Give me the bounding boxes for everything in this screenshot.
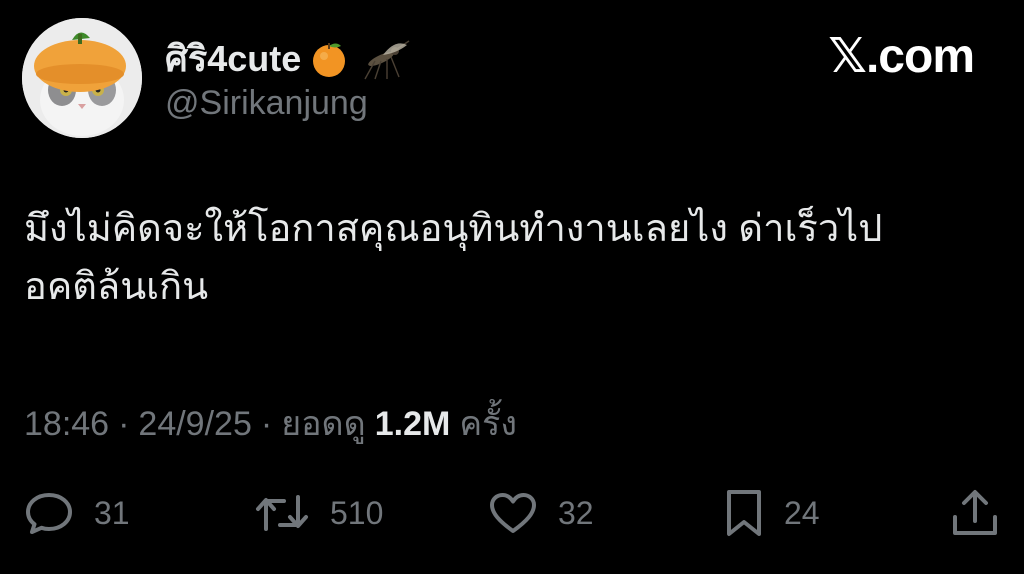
views-unit: ครั้ง [459,405,517,443]
share-icon [953,490,997,535]
tweet-meta: 18:46 · 24/9/25 · ยอดดู 1.2M ครั้ง [24,396,517,450]
reply-button[interactable]: 31 [24,486,130,540]
repost-button[interactable]: 510 [254,486,383,540]
views-label: ยอดดู [281,405,366,443]
bookmark-button[interactable]: 24 [724,486,820,540]
repost-icon [256,495,308,531]
tweet-date[interactable]: 24/9/25 [138,405,251,444]
bookmark-icon [727,490,761,536]
orange-emoji-icon [313,42,346,77]
reply-count: 31 [94,494,130,531]
share-button[interactable] [950,486,1000,540]
repost-count: 510 [330,494,384,531]
cat-with-orange-hat-image [22,18,142,138]
mosquito-emoji-icon [364,39,410,79]
like-button[interactable]: 32 [488,486,594,540]
user-handle[interactable]: @Sirikanjung [165,84,368,123]
x-brand-logo[interactable]: 𝕏.com [828,28,975,84]
display-name[interactable]: ศิริ4cute [165,30,301,87]
meta-separator: · [118,405,130,443]
action-bar: 31 510 32 24 [0,486,1024,540]
tweet-line: อคติล้นเกิน [24,266,209,308]
like-count: 32 [558,494,594,531]
views-count[interactable]: 1.2M [375,405,451,444]
meta-separator: · [260,405,273,443]
reply-icon [26,493,72,534]
bookmark-count: 24 [784,494,820,531]
avatar[interactable] [22,18,142,138]
tweet-text: มึงไม่คิดจะให้โอกาสคุณอนุทินทำงานเลยไง ด… [24,200,1004,316]
tweet-time[interactable]: 18:46 [24,405,109,444]
tweet-line: มึงไม่คิดจะให้โอกาสคุณอนุทินทำงานเลยไง ด… [24,208,883,250]
heart-icon [490,493,536,533]
display-name-row[interactable]: ศิริ4cute [165,30,413,87]
